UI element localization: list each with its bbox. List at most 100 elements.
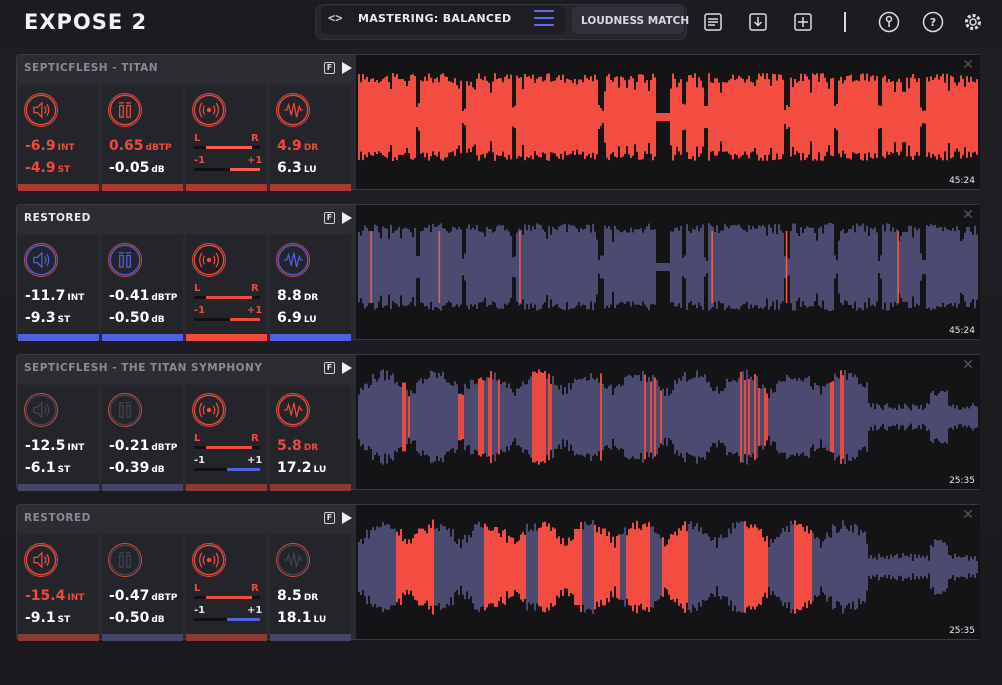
key-icon[interactable] [878, 11, 900, 33]
waveform-column [506, 542, 508, 592]
waveform-column [570, 225, 572, 309]
stereo-meter[interactable]: L R -1 +1 [186, 235, 267, 341]
help-icon[interactable]: ? [922, 11, 944, 33]
add-icon[interactable] [793, 12, 813, 32]
waveform-view[interactable]: ✕ 45:24 [356, 55, 980, 189]
waveform-column [540, 372, 542, 462]
waveform-column [942, 73, 944, 161]
waveform-column [876, 559, 878, 575]
waveform-column [582, 229, 584, 305]
waveform-column [514, 395, 516, 439]
app-title: EXPOSE 2 [24, 10, 148, 34]
waveform-column [952, 227, 954, 307]
waveform-column [626, 87, 628, 147]
stereo-meter[interactable]: L R -1 +1 [186, 535, 267, 641]
waveform-column [430, 370, 432, 464]
list-icon[interactable] [703, 12, 723, 32]
preset-label[interactable]: MASTERING: BALANCED [358, 12, 511, 25]
play-icon[interactable] [341, 362, 353, 374]
waveform-column [646, 526, 648, 608]
track-name[interactable]: SEPTICFLESH - THE TITAN SYMPHONY [24, 362, 262, 374]
settings-icon[interactable] [962, 11, 984, 33]
loudness-meter[interactable]: -12.5 INT -6.1 ST [18, 385, 99, 491]
waveform-column [648, 91, 650, 143]
code-brackets-icon[interactable]: <> [328, 11, 342, 25]
waveform-column [916, 405, 918, 429]
file-button[interactable]: F [324, 62, 335, 74]
true-peak-meter[interactable]: -0.41 dBTP -0.50 dB [102, 235, 183, 341]
true-peak-meter[interactable]: -0.21 dBTP -0.39 dB [102, 385, 183, 491]
waveform-column [530, 78, 532, 156]
waveform-column [640, 530, 642, 604]
stereo-meter[interactable]: L R -1 +1 [186, 85, 267, 191]
menu-icon[interactable] [534, 10, 554, 26]
dynamics-meter[interactable]: 4.9 DR 6.3 LU [270, 85, 351, 191]
waveform-column [374, 378, 376, 456]
true-peak-meter[interactable]: -0.47 dBTP -0.50 dB [102, 535, 183, 641]
file-button[interactable]: F [324, 512, 335, 524]
loudness-meter[interactable]: -6.9 INT -4.9 ST [18, 85, 99, 191]
close-icon[interactable]: ✕ [962, 507, 974, 523]
dynamics-meter[interactable]: 8.8 DR 6.9 LU [270, 235, 351, 341]
waveform-column [492, 232, 494, 302]
waveform-column [366, 76, 368, 158]
waveform-column [380, 526, 382, 608]
file-button[interactable]: F [324, 212, 335, 224]
waveform-column [626, 376, 628, 458]
waveform-column [420, 378, 422, 456]
waveform-view[interactable]: ✕ 25:35 [356, 505, 980, 639]
stereo-meter[interactable]: L R -1 +1 [186, 385, 267, 491]
db-unit: dB [151, 615, 165, 625]
close-icon[interactable]: ✕ [962, 57, 974, 73]
waveform-column [492, 530, 494, 604]
close-icon[interactable]: ✕ [962, 357, 974, 373]
waveform-column [534, 229, 536, 305]
waveform-column [482, 232, 484, 302]
loudness-meter[interactable]: -15.4 INT -9.1 ST [18, 535, 99, 641]
waveform-column [532, 371, 534, 463]
waveform-column [910, 225, 912, 309]
waveform-column [834, 105, 836, 129]
waveform-column [588, 80, 590, 154]
waveform-column [860, 74, 862, 160]
waveform-column [826, 82, 828, 152]
waveform-column [598, 527, 600, 607]
waveform-column [358, 231, 360, 303]
waveform-column [606, 76, 608, 158]
download-icon[interactable] [748, 12, 768, 32]
waveform-column [632, 232, 634, 302]
waveform-column [670, 393, 672, 441]
track-name[interactable]: RESTORED [24, 512, 91, 524]
waveform-column [450, 384, 452, 450]
waveform-column [422, 81, 424, 153]
play-icon[interactable] [341, 62, 353, 74]
close-icon[interactable]: ✕ [962, 207, 974, 223]
waveform-column [728, 228, 730, 306]
waveform-column [878, 105, 880, 129]
waveform-column [600, 373, 602, 461]
plus-one-label: +1 [247, 605, 263, 616]
dynamics-meter[interactable]: 8.5 DR 18.1 LU [270, 535, 351, 641]
waveform-icon [276, 93, 310, 127]
play-icon[interactable] [341, 512, 353, 524]
true-peak-meter[interactable]: 0.65 dBTP -0.05 dB [102, 85, 183, 191]
waveform-column [926, 403, 928, 431]
waveform-view[interactable]: ✕ 25:35 [356, 355, 980, 489]
play-icon[interactable] [341, 212, 353, 224]
track-name[interactable]: SEPTICFLESH - TITAN [24, 62, 158, 74]
waveform-column [846, 232, 848, 302]
loudness-meter[interactable]: -11.7 INT -9.3 ST [18, 235, 99, 341]
waveform-view[interactable]: ✕ 45:24 [356, 205, 980, 339]
waveform-column [542, 522, 544, 612]
waveform-column [782, 232, 784, 302]
waveform-column [480, 78, 482, 156]
waveform-column [432, 82, 434, 152]
track-name[interactable]: RESTORED [24, 212, 91, 224]
file-button[interactable]: F [324, 362, 335, 374]
dbtp-value: -0.21 [109, 438, 150, 454]
dynamics-meter[interactable]: 5.8 DR 17.2 LU [270, 385, 351, 491]
waveform-column [842, 229, 844, 305]
waveform-column [550, 234, 552, 300]
waveform-column [650, 526, 652, 608]
st-value: -9.3 [25, 310, 56, 326]
